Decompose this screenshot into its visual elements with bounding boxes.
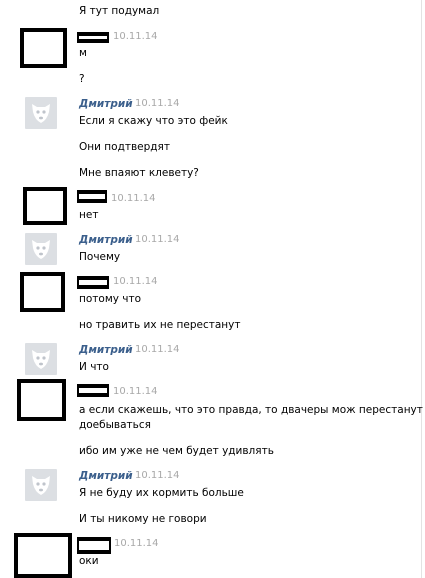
message-text: Если я скажу что это фейк [79,115,228,127]
sender-name[interactable]: Дмитрий [79,470,133,482]
message-text: а если скажешь, что это правда, то дваче… [79,404,423,416]
censored-name [77,384,109,397]
message-date: 10.11.14 [113,276,158,287]
message-text: ибо им уже не чем будет удивлять [79,445,274,457]
sender-name[interactable]: Дмитрий [79,234,133,246]
censored-name [77,190,107,203]
message-text: нет [79,209,99,221]
message-text: м [79,47,87,59]
sender-name[interactable]: Дмитрий [79,98,133,110]
message-date: 10.11.14 [135,98,180,109]
message-text: Мне впаяют клевету? [79,167,199,179]
message-text: Они подтвердят [79,141,170,153]
censored-name [77,276,109,289]
message-text: ? [79,73,85,85]
message-date: 10.11.14 [135,234,180,245]
message-text: Почему [79,251,121,263]
censored-avatar [23,187,67,225]
censored-name [77,32,109,43]
message-text: потому что [79,293,142,305]
message-text: доебываться [79,419,151,431]
message-date: 10.11.14 [111,193,156,204]
message-text: И что [79,361,109,373]
message-date: 10.11.14 [113,31,158,42]
message-date: 10.11.14 [113,386,158,397]
message-date: 10.11.14 [114,538,159,549]
dog-avatar-icon[interactable] [25,343,57,375]
censored-name [77,537,111,554]
dog-avatar-icon[interactable] [25,233,57,265]
message-text: оки [79,555,99,567]
censored-avatar [17,379,66,421]
censored-avatar [20,272,65,312]
dog-avatar-icon[interactable] [25,469,57,501]
message-text: но травить их не перестанут [79,319,241,331]
message-text: И ты никому не говори [79,513,207,525]
message-text: Я тут подумал [79,5,160,17]
message-text: Я не буду их кормить больше [79,487,244,499]
message-date: 10.11.14 [135,344,180,355]
message-date: 10.11.14 [135,470,180,481]
dog-avatar-icon[interactable] [25,97,57,129]
sender-name[interactable]: Дмитрий [79,344,133,356]
censored-avatar [20,28,67,68]
censored-avatar [14,533,72,578]
scroll-edge [421,0,422,578]
